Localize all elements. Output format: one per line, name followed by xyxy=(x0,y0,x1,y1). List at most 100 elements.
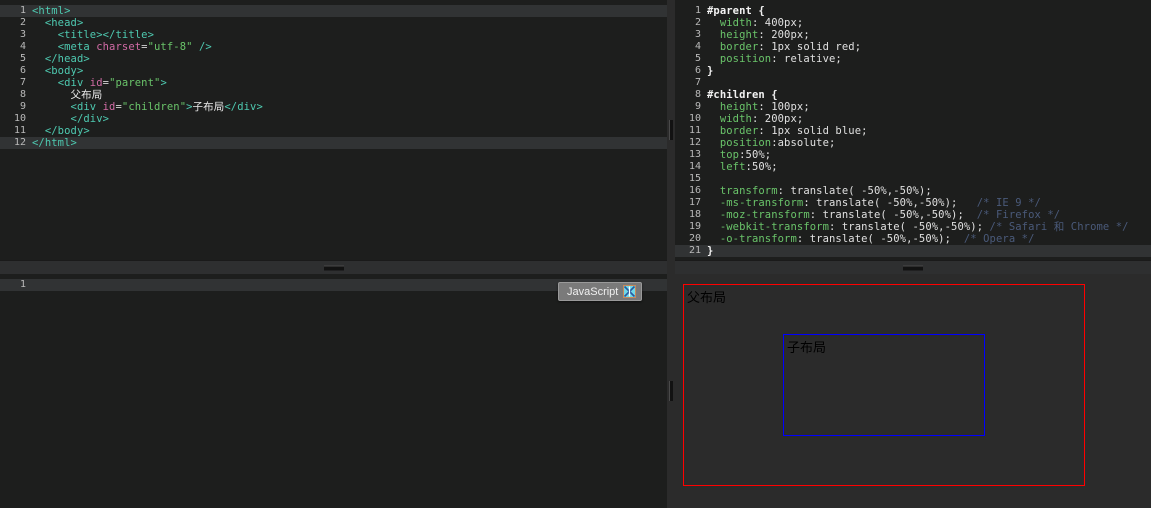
line-number: 9 xyxy=(19,101,26,112)
splitter-grip-icon xyxy=(669,120,673,140)
line-number: 1 xyxy=(694,5,701,16)
code-text: -webkit-transform: translate( -50%,-50%)… xyxy=(719,221,1129,233)
line-number: 4 xyxy=(19,41,26,52)
line-number: 3 xyxy=(19,29,26,40)
code-text: 父布局 xyxy=(70,89,103,101)
splitter-grip-icon xyxy=(669,381,673,401)
line-number: 20 xyxy=(688,233,701,244)
code-line[interactable]: 2 <head> xyxy=(0,17,667,29)
code-line[interactable]: 12 position:absolute; xyxy=(675,137,1151,149)
code-line[interactable]: 13 top:50%; xyxy=(675,149,1151,161)
javascript-editor[interactable]: 1 xyxy=(0,274,667,508)
css-editor[interactable]: 1 #parent {2 width: 400px; 3 height: 200px… xyxy=(675,0,1151,260)
line-number: 5 xyxy=(694,53,701,64)
javascript-logo-icon xyxy=(623,285,637,298)
code-line[interactable]: 21} xyxy=(675,245,1151,257)
code-text: } xyxy=(707,65,714,77)
vertical-splitter-bottom[interactable] xyxy=(667,274,675,508)
code-line[interactable]: 16 transform: translate( -50%,-50%); xyxy=(675,185,1151,197)
code-text: </div> xyxy=(70,113,110,125)
line-number: 8 xyxy=(694,89,701,100)
code-line[interactable]: 10 width: 200px; xyxy=(675,113,1151,125)
code-text: transform: translate( -50%,-50%); xyxy=(719,185,932,197)
preview-child-label: 子布局 xyxy=(787,341,827,356)
code-line[interactable]: 17 -ms-transform: translate( -50%,-50%);… xyxy=(675,197,1151,209)
line-number: 7 xyxy=(694,77,701,88)
line-number: 17 xyxy=(688,197,701,208)
code-text: </body> xyxy=(44,125,90,137)
code-line[interactable]: 7 <div id="parent"> xyxy=(0,77,667,89)
line-number: 13 xyxy=(688,149,701,160)
line-number: 9 xyxy=(694,101,701,112)
line-number: 7 xyxy=(19,77,26,88)
code-line[interactable]: 15 xyxy=(675,173,1151,185)
code-text: -moz-transform: translate( -50%,-50%); /… xyxy=(719,209,1061,221)
code-text: </html> xyxy=(32,137,77,149)
code-line[interactable]: 7 xyxy=(675,77,1151,89)
code-line[interactable]: 12 </html> xyxy=(0,137,667,149)
code-line[interactable]: 19 -webkit-transform: translate( -50%,-5… xyxy=(675,221,1151,233)
css-code-area[interactable]: 1 #parent {2 width: 400px; 3 height: 200px… xyxy=(675,0,1151,257)
code-line[interactable]: 11 border: 1px solid blue; xyxy=(675,125,1151,137)
splitter-grip-icon xyxy=(323,265,344,271)
line-number: 19 xyxy=(688,221,701,232)
code-text: height: 100px; xyxy=(719,101,810,113)
javascript-badge-label: JavaScript xyxy=(567,285,619,298)
line-number: 5 xyxy=(19,53,26,64)
preview-pane[interactable]: 父布局 子布局 xyxy=(675,274,1151,508)
code-line[interactable]: 1 #parent { xyxy=(675,5,1151,17)
line-number: 12 xyxy=(688,137,701,148)
code-line[interactable]: 8 父布局 xyxy=(0,89,667,101)
code-line[interactable]: 9 height: 100px; xyxy=(675,101,1151,113)
code-line[interactable]: 6} xyxy=(675,65,1151,77)
code-line[interactable]: 3 <title></title> xyxy=(0,29,667,41)
code-line[interactable]: 8 #children { xyxy=(675,89,1151,101)
code-text: <body> xyxy=(44,65,84,77)
code-text: -o-transform: translate( -50%,-50%); /* … xyxy=(719,233,1035,245)
vertical-splitter-top[interactable] xyxy=(667,0,675,260)
css-editor-pane[interactable]: 1 #parent {2 width: 400px; 3 height: 200px… xyxy=(675,0,1151,260)
code-text: width: 200px; xyxy=(719,113,804,125)
line-number: 2 xyxy=(19,17,26,28)
html-editor[interactable]: 1 <html> 2 <head> 3 <title></title> 4 <meta … xyxy=(0,0,667,260)
html-editor-pane[interactable]: 1 <html> 2 <head> 3 <title></title> 4 <meta … xyxy=(0,0,667,260)
code-text: #children { xyxy=(707,89,778,101)
code-line[interactable]: 4 <meta charset="utf-8" /> xyxy=(0,41,667,53)
code-text: border: 1px solid blue; xyxy=(719,125,868,137)
line-number: 8 xyxy=(19,89,26,100)
code-text: border: 1px solid red; xyxy=(719,41,862,53)
code-line[interactable]: 4 border: 1px solid red; xyxy=(675,41,1151,53)
code-text: -ms-transform: translate( -50%,-50%); /*… xyxy=(719,197,1041,209)
code-line[interactable]: 2 width: 400px; xyxy=(675,17,1151,29)
javascript-editor-pane[interactable]: 1 xyxy=(0,274,667,508)
code-line[interactable]: 11 </body> xyxy=(0,125,667,137)
code-line[interactable]: 18 -moz-transform: translate( -50%,-50%)… xyxy=(675,209,1151,221)
code-line[interactable]: 10 </div> xyxy=(0,113,667,125)
line-number: 14 xyxy=(688,161,701,172)
code-line[interactable]: 20 -o-transform: translate( -50%,-50%); … xyxy=(675,233,1151,245)
code-line[interactable]: 1 <html> xyxy=(0,5,667,17)
code-text: position:absolute; xyxy=(719,137,836,149)
line-number: 2 xyxy=(694,17,701,28)
html-code-area[interactable]: 1 <html> 2 <head> 3 <title></title> 4 <meta … xyxy=(0,0,667,149)
preview-parent-label: 父布局 xyxy=(687,291,727,306)
line-number: 18 xyxy=(688,209,701,220)
line-number: 12 xyxy=(13,137,26,148)
javascript-mode-badge[interactable]: JavaScript xyxy=(558,282,643,301)
code-text: <head> xyxy=(44,17,84,29)
line-number: 10 xyxy=(688,113,701,124)
code-line[interactable]: 5 </head> xyxy=(0,53,667,65)
line-number: 11 xyxy=(688,125,701,136)
code-line[interactable]: 5 position: relative; xyxy=(675,53,1151,65)
line-number: 15 xyxy=(688,173,701,184)
code-text: #parent { xyxy=(707,5,765,17)
code-text: </head> xyxy=(44,53,90,65)
code-line[interactable]: 14 left:50%; xyxy=(675,161,1151,173)
code-line[interactable]: 6 <body> xyxy=(0,65,667,77)
splitter-grip-icon xyxy=(903,265,923,271)
code-text: <title></title> xyxy=(57,29,155,41)
code-line[interactable]: 9 <div id="children">子布局</div> xyxy=(0,101,667,113)
code-line[interactable]: 3 height: 200px; xyxy=(675,29,1151,41)
line-number: 1 xyxy=(19,279,26,290)
line-number: 10 xyxy=(13,113,26,124)
